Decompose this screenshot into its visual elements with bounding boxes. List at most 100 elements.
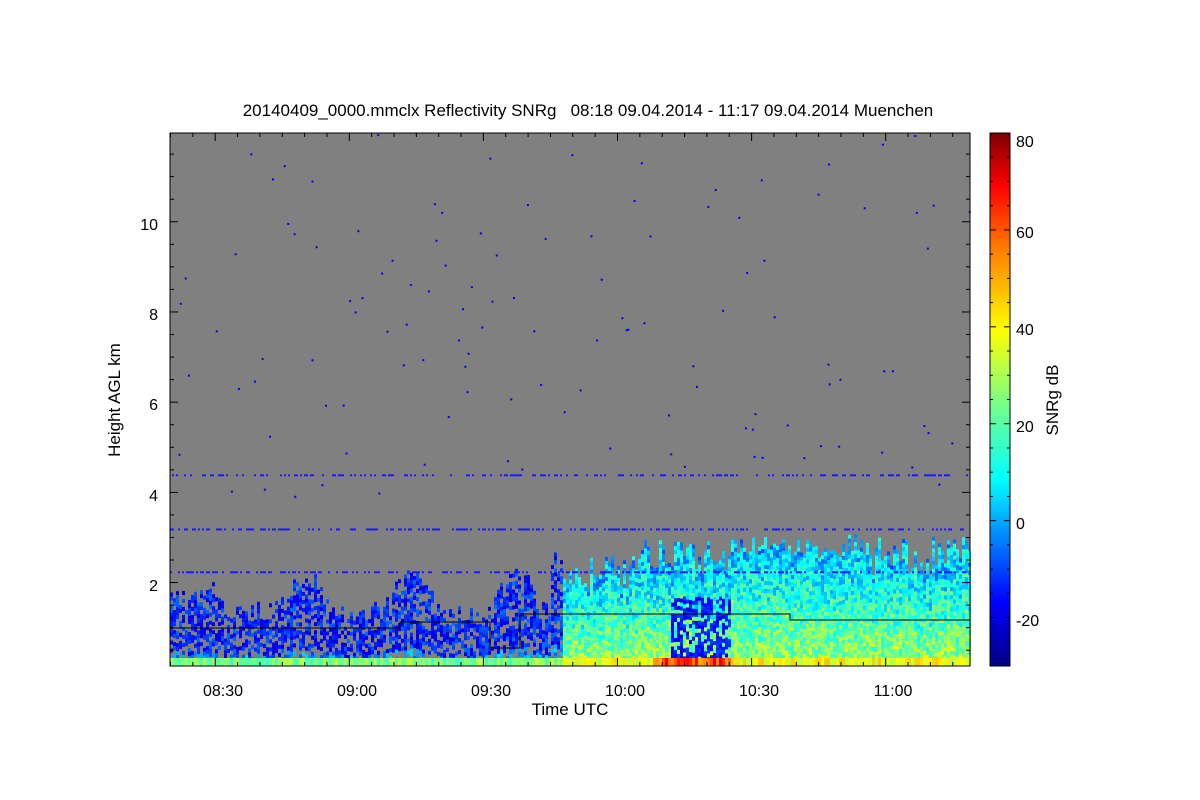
heatmap-cell	[644, 552, 647, 557]
heatmap-cell	[605, 580, 608, 585]
heatmap-cell	[704, 611, 707, 616]
heatmap-cell	[767, 549, 770, 554]
heatmap-cell	[782, 627, 785, 632]
heatmap-cell	[719, 592, 722, 597]
heatmap-cell	[917, 644, 920, 649]
heatmap-cell	[587, 620, 590, 625]
heatmap-cell	[773, 583, 776, 588]
heatmap-cell	[908, 625, 911, 630]
heatmap-cell	[644, 584, 647, 589]
heatmap-cell	[584, 595, 587, 600]
heatmap-cell	[869, 622, 872, 627]
heatmap-cell	[698, 580, 701, 585]
heatmap-cell	[350, 611, 353, 616]
heatmap-cell	[638, 575, 641, 580]
heatmap-cell	[386, 597, 389, 602]
heatmap-cell	[827, 599, 830, 604]
heatmap-cell	[278, 608, 281, 613]
heatmap-cell	[755, 637, 758, 642]
heatmap-cell	[761, 645, 764, 650]
heatmap-cell	[530, 592, 533, 597]
heatmap-cell	[719, 644, 722, 649]
heatmap-cell	[755, 597, 758, 602]
heatmap-cell	[740, 623, 743, 628]
heatmap-cell	[791, 623, 794, 628]
heatmap-cell	[812, 643, 815, 648]
heatmap-cell	[404, 578, 407, 583]
heatmap-cell	[899, 577, 902, 582]
heatmap-cell	[803, 625, 806, 630]
heatmap-cell	[590, 597, 593, 602]
heatmap-cell	[680, 630, 683, 635]
heatmap-cell	[842, 596, 845, 601]
heatmap-cell	[392, 596, 395, 601]
heatmap-cell	[734, 583, 737, 588]
heatmap-cell	[299, 614, 302, 619]
heatmap-cell	[479, 631, 482, 636]
heatmap-cell	[608, 634, 611, 639]
heatmap-cell	[755, 645, 758, 650]
heatmap-cell	[641, 597, 644, 602]
heatmap-cell	[665, 563, 668, 568]
heatmap-cell	[929, 606, 932, 611]
heatmap-cell	[581, 652, 584, 657]
heatmap-cell	[806, 599, 809, 604]
heatmap-cell	[911, 575, 914, 580]
heatmap-cell	[500, 634, 503, 639]
heatmap-cell	[833, 583, 836, 588]
heatmap-cell	[497, 649, 500, 654]
heatmap-cell	[422, 653, 425, 658]
heatmap-cell	[713, 593, 716, 598]
heatmap-cell	[686, 567, 689, 572]
heatmap-cell	[572, 628, 575, 633]
heatmap-cell	[323, 628, 326, 633]
heatmap-cell	[776, 549, 779, 554]
heatmap-cell	[707, 605, 710, 610]
heatmap-cell	[827, 651, 830, 656]
heatmap-cell	[794, 579, 797, 584]
heatmap-cell	[908, 597, 911, 602]
heatmap-cell	[419, 586, 422, 591]
heatmap-cell	[872, 615, 875, 620]
heatmap-cell	[593, 651, 596, 656]
heatmap-cell	[605, 648, 608, 653]
heatmap-cell	[809, 611, 812, 616]
heatmap-cell	[815, 625, 818, 630]
heatmap-cell	[521, 644, 524, 649]
heatmap-cell	[389, 628, 392, 633]
heatmap-cell	[830, 646, 833, 651]
heatmap-cell	[734, 647, 737, 652]
heatmap-cell	[662, 593, 665, 598]
heatmap-cell	[761, 601, 764, 606]
heatmap-cell	[266, 658, 269, 666]
heatmap-cell	[848, 626, 851, 631]
heatmap-cell	[746, 573, 749, 578]
heatmap-cell	[590, 585, 593, 590]
heatmap-cell	[806, 611, 809, 616]
heatmap-cell	[275, 649, 278, 654]
heatmap-cell	[518, 648, 521, 653]
heatmap-cell	[731, 619, 734, 624]
heatmap-cell	[317, 609, 320, 614]
heatmap-cell	[179, 658, 182, 666]
heatmap-cell	[824, 579, 827, 584]
heatmap-cell	[515, 596, 518, 601]
heatmap-cell	[524, 579, 527, 584]
heatmap-cell	[359, 647, 362, 652]
heatmap-cell	[827, 603, 830, 608]
heatmap-cell	[764, 621, 767, 626]
heatmap-cell	[308, 623, 311, 628]
heatmap-cell	[725, 597, 728, 602]
heatmap-cell	[599, 583, 602, 588]
heatmap-cell	[746, 585, 749, 590]
heatmap-cell	[575, 600, 578, 605]
heatmap-cell	[671, 586, 674, 591]
heatmap-cell	[641, 605, 644, 610]
heatmap-cell	[710, 643, 713, 648]
heatmap-cell	[779, 588, 782, 593]
heatmap-cell	[836, 582, 839, 587]
heatmap-cell	[824, 599, 827, 604]
heatmap-cell	[668, 658, 671, 666]
heatmap-cell	[728, 575, 731, 580]
heatmap-cell	[686, 547, 689, 552]
